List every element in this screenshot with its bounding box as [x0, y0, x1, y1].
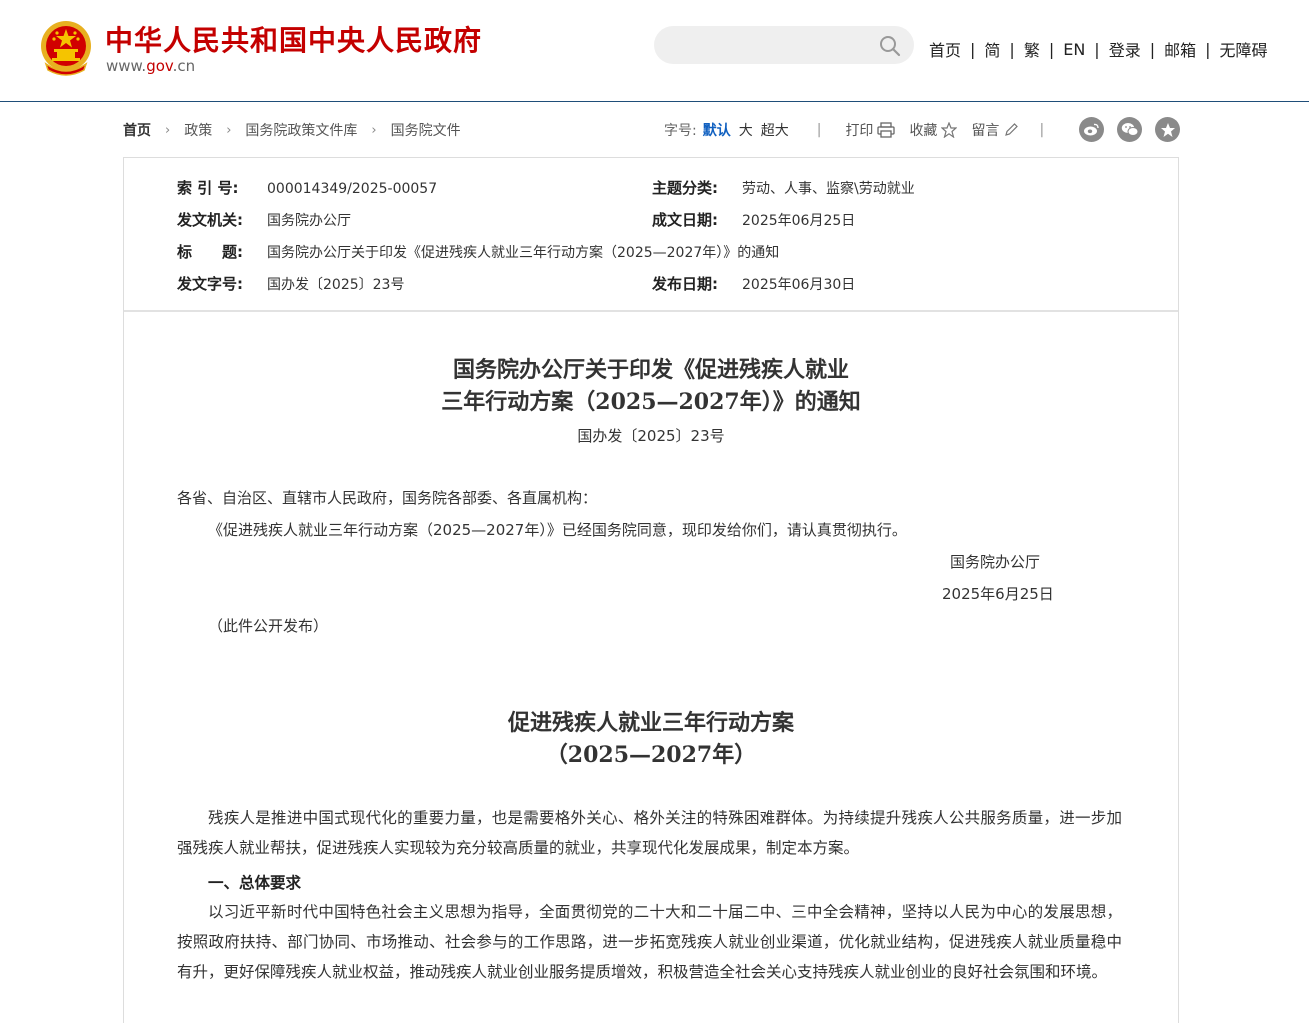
nav-divider: | [1205, 39, 1211, 59]
nav-mail[interactable]: 邮箱 [1164, 37, 1196, 61]
favorite-share-icon[interactable] [1155, 117, 1180, 142]
nav-divider: | [1149, 39, 1156, 59]
printer-icon [877, 122, 896, 138]
meta-written-date: 成文日期: 2025年06月25日 [652, 209, 855, 230]
domain-prefix: www. [106, 57, 147, 75]
search-box [654, 26, 914, 64]
meta-value: 国务院办公厅 [267, 213, 351, 229]
star-icon [1160, 122, 1175, 137]
search-input[interactable] [654, 26, 890, 64]
chevron-right-icon: › [165, 122, 171, 138]
addressee: 各省、自治区、直辖市人民政府，国务院各部委、各直属机构： [177, 489, 598, 507]
meta-label: 标 题: [177, 243, 243, 261]
domain-suffix: .cn [172, 57, 196, 75]
document-metadata: 索 引 号: 000014349/2025-00057 主题分类: 劳动、人事、监察… [124, 158, 1178, 312]
nav-divider: | [970, 39, 976, 59]
nav-traditional[interactable]: 繁 [1024, 37, 1040, 61]
search-icon[interactable] [878, 34, 902, 58]
nav-english[interactable]: EN [1063, 40, 1085, 59]
article-doc-number: 国办发〔2025〕23号 [577, 427, 725, 445]
font-size-default[interactable]: 默认 [703, 120, 731, 140]
star-icon [941, 122, 958, 138]
meta-value: 国务院办公厅关于印发《促进残疾人就业三年行动方案（2025—2027年）》的通知 [267, 245, 780, 261]
nav-divider: | [1009, 39, 1015, 59]
breadcrumb-policy[interactable]: 政策 [184, 120, 212, 140]
meta-value: 劳动、人事、监察\劳动就业 [742, 181, 915, 197]
font-size-large[interactable]: 大 [739, 120, 753, 140]
chevron-right-icon: › [226, 122, 232, 138]
breadcrumb-state-council-docs[interactable]: 国务院文件 [391, 120, 461, 140]
meta-value: 000014349/2025-00057 [267, 181, 438, 197]
chevron-right-icon: › [371, 122, 377, 138]
meta-title: 标 题: 国务院办公厅关于印发《促进残疾人就业三年行动方案（2025—2027年）… [177, 241, 779, 262]
top-nav: 首页 | 简 | 繁 | EN | 登录 | 邮箱 | 无障碍 [929, 37, 1268, 61]
meta-value: 2025年06月25日 [742, 213, 856, 229]
signature: 国务院办公厅 [950, 553, 1041, 571]
nav-accessibility[interactable]: 无障碍 [1220, 37, 1268, 61]
weibo-icon [1084, 123, 1099, 136]
meta-published-date: 发布日期: 2025年06月30日 [652, 273, 855, 294]
meta-value: 国办发〔2025〕23号 [267, 277, 405, 293]
print-button[interactable]: 打印 [845, 120, 896, 140]
article-panel: 索 引 号: 000014349/2025-00057 主题分类: 劳动、人事、监察… [123, 157, 1179, 1023]
notice-body: 《促进残疾人就业三年行动方案（2025—2027年）》已经国务院同意，现印发给你… [208, 521, 907, 539]
sign-date: 2025年6月25日 [942, 585, 1054, 603]
nav-divider: | [1048, 39, 1055, 59]
article-title-line-1: 国务院办公厅关于印发《促进残疾人就业 [452, 357, 849, 383]
tools-divider: | [816, 122, 822, 138]
meta-label: 成文日期: [652, 211, 718, 229]
font-size-label: 字号: [664, 123, 697, 139]
pencil-icon [1005, 123, 1019, 136]
meta-label: 发文字号: [177, 275, 243, 293]
breadcrumb-policy-library[interactable]: 国务院政策文件库 [245, 120, 357, 140]
meta-label: 主题分类: [652, 179, 718, 197]
meta-label: 发布日期: [652, 275, 718, 293]
article-title-line-2: 三年行动方案（2025—2027年）》的通知 [441, 389, 861, 415]
plan-intro: 残疾人是推进中国式现代化的重要力量，也是需要格外关心、格外关注的特殊困难群体。为… [177, 809, 1122, 857]
site-domain: www.gov.cn [106, 57, 195, 75]
meta-index: 索 引 号: 000014349/2025-00057 [177, 177, 437, 198]
tools-divider: | [1039, 122, 1045, 138]
weibo-share-icon[interactable] [1079, 117, 1104, 142]
comment-button[interactable]: 留言 [971, 120, 1019, 140]
domain-mid: gov [146, 57, 173, 75]
meta-issuer: 发文机关: 国务院办公厅 [177, 209, 351, 230]
plan-title-line-1: 促进残疾人就业三年行动方案 [507, 710, 794, 736]
print-label: 打印 [845, 123, 874, 139]
plan-title-line-2: （2025—2027年） [545, 742, 757, 768]
article-tools: 字号: 默认 大 超大 | 打印 收藏 留言 | [664, 120, 1068, 140]
meta-doc-number: 发文字号: 国办发〔2025〕23号 [177, 273, 404, 294]
section-paragraph: 以习近平新时代中国特色社会主义思想为指导，全面贯彻党的二十大和二十届二中、三中全… [177, 903, 1122, 981]
site-name[interactable]: 中华人民共和国中央人民政府 [105, 19, 482, 59]
national-emblem-icon[interactable] [40, 20, 92, 76]
favorite-label: 收藏 [909, 123, 938, 139]
breadcrumb: 首页 › 政策 › 国务院政策文件库 › 国务院文件 [123, 120, 461, 140]
wechat-icon [1121, 123, 1138, 136]
meta-label: 索 引 号: [177, 179, 239, 197]
comment-label: 留言 [971, 123, 1000, 139]
meta-topic: 主题分类: 劳动、人事、监察\劳动就业 [652, 177, 915, 198]
meta-value: 2025年06月30日 [742, 277, 856, 293]
section-heading: 一、总体要求 [208, 874, 302, 892]
font-size-xlarge[interactable]: 超大 [761, 120, 789, 140]
breadcrumb-home[interactable]: 首页 [123, 120, 151, 140]
nav-home[interactable]: 首页 [929, 37, 961, 61]
nav-login[interactable]: 登录 [1109, 37, 1141, 61]
wechat-share-icon[interactable] [1117, 117, 1142, 142]
publish-note: （此件公开发布） [208, 617, 329, 635]
site-header: 中华人民共和国中央人民政府 www.gov.cn 首页 | 简 | 繁 | EN | 登… [0, 0, 1309, 102]
favorite-button[interactable]: 收藏 [909, 120, 958, 140]
nav-divider: | [1094, 39, 1100, 59]
nav-simplified[interactable]: 简 [984, 37, 1000, 61]
meta-label: 发文机关: [177, 211, 243, 229]
